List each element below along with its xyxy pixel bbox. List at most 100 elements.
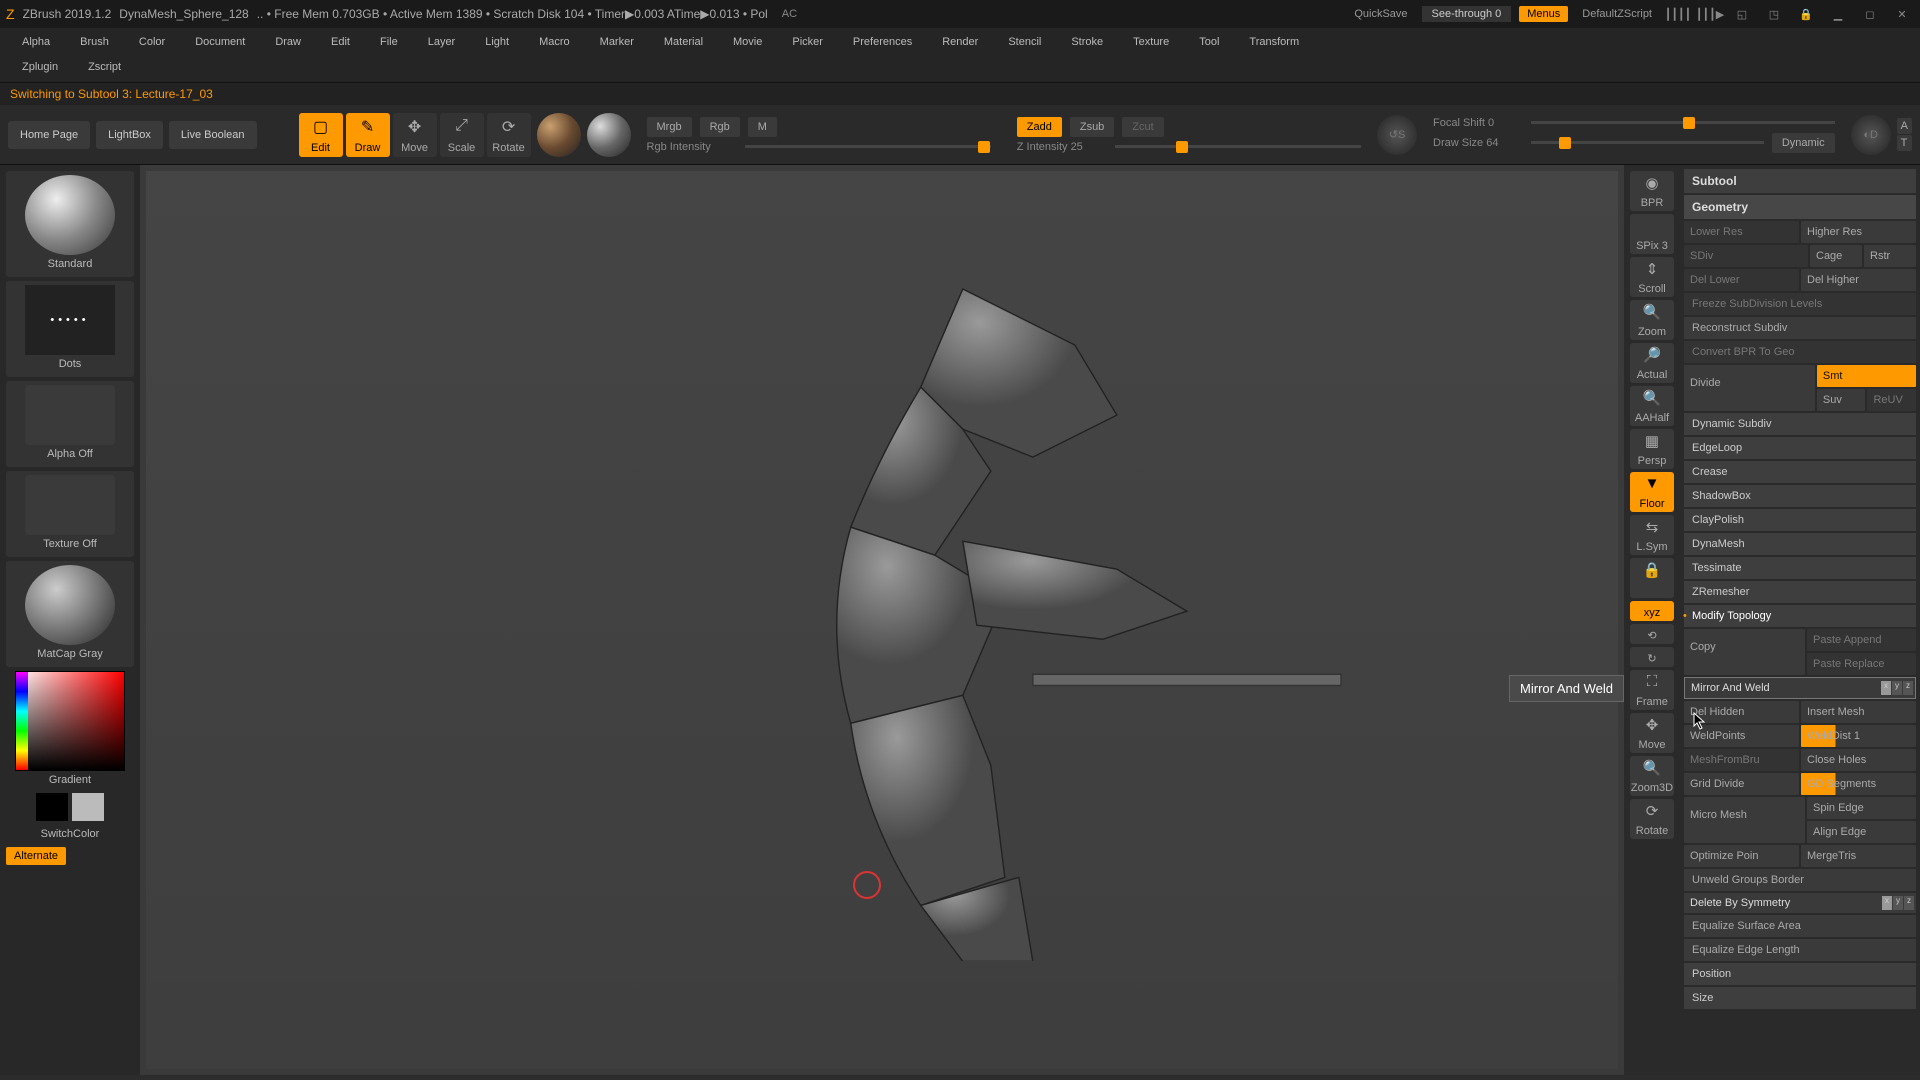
menu-document[interactable]: Document — [181, 32, 259, 52]
menu-stroke[interactable]: Stroke — [1057, 32, 1117, 52]
refresh-button[interactable]: ↻ — [1630, 647, 1674, 667]
insert-mesh-button[interactable]: Insert Mesh — [1801, 701, 1916, 723]
suv-button[interactable]: Suv — [1817, 389, 1866, 411]
rstr-button[interactable]: Rstr — [1864, 245, 1916, 267]
equalize-surface-button[interactable]: Equalize Surface Area — [1684, 915, 1916, 937]
edit-mode-button[interactable]: ▢Edit — [299, 113, 343, 157]
claypolish-section[interactable]: ClayPolish — [1684, 509, 1916, 531]
alpha-selector[interactable]: Alpha Off — [6, 381, 134, 467]
weld-dist-slider[interactable]: WeldDist 1 — [1801, 725, 1916, 747]
floor-button[interactable]: ▼Floor — [1630, 472, 1674, 512]
focal-shift-slider[interactable] — [1531, 121, 1835, 124]
higher-res-button[interactable]: Higher Res — [1801, 221, 1916, 243]
menu-file[interactable]: File — [366, 32, 412, 52]
lower-res-button[interactable]: Lower Res — [1684, 221, 1799, 243]
sdiv-slider[interactable]: SDiv — [1684, 245, 1808, 267]
zcut-button[interactable]: Zcut — [1122, 117, 1163, 137]
move-mode-button[interactable]: ✥Move — [393, 113, 437, 157]
menu-color[interactable]: Color — [125, 32, 179, 52]
rgb-button[interactable]: Rgb — [700, 117, 740, 137]
zadd-button[interactable]: Zadd — [1017, 117, 1062, 137]
del-hidden-button[interactable]: Del Hidden — [1684, 701, 1799, 723]
menu-texture[interactable]: Texture — [1119, 32, 1183, 52]
lock-button[interactable]: 🔒 — [1630, 558, 1674, 598]
divide-button[interactable]: Divide — [1684, 365, 1815, 411]
switch-color-button[interactable]: SwitchColor — [6, 825, 134, 843]
menu-marker[interactable]: Marker — [586, 32, 648, 52]
dynamesh-section[interactable]: DynaMesh — [1684, 533, 1916, 555]
mirror-z-axis[interactable]: z — [1903, 681, 1913, 695]
delsym-z-axis[interactable]: z — [1904, 896, 1914, 910]
focal-reset-icon[interactable]: ↺S — [1377, 115, 1417, 155]
menu-zscript[interactable]: Zscript — [74, 58, 135, 76]
live-boolean-button[interactable]: Live Boolean — [169, 121, 257, 149]
move3d-button[interactable]: ✥Move — [1630, 713, 1674, 753]
lock-icon[interactable]: 🔒 — [1794, 4, 1818, 24]
edgeloop-section[interactable]: EdgeLoop — [1684, 437, 1916, 459]
paste-append-button[interactable]: Paste Append — [1807, 629, 1916, 651]
menu-movie[interactable]: Movie — [719, 32, 776, 52]
dynamic-subdiv-section[interactable]: Dynamic Subdiv — [1684, 413, 1916, 435]
menu-preferences[interactable]: Preferences — [839, 32, 926, 52]
subtool-section[interactable]: Subtool — [1684, 169, 1916, 193]
micro-mesh-button[interactable]: Micro Mesh — [1684, 797, 1805, 843]
zremesher-section[interactable]: ZRemesher — [1684, 581, 1916, 603]
shadowbox-section[interactable]: ShadowBox — [1684, 485, 1916, 507]
mesh-from-brush-button[interactable]: MeshFromBru — [1684, 749, 1799, 771]
gizmo-sphere[interactable] — [537, 113, 581, 157]
draw-mode-button[interactable]: ✎Draw — [346, 113, 390, 157]
optimize-points-button[interactable]: Optimize Poin — [1684, 845, 1799, 867]
gd-segments-slider[interactable]: GD Segments — [1801, 773, 1916, 795]
reuv-button[interactable]: ReUV — [1867, 389, 1916, 411]
menu-stencil[interactable]: Stencil — [994, 32, 1055, 52]
weld-points-button[interactable]: WeldPoints — [1684, 725, 1799, 747]
merge-tris-button[interactable]: MergeTris — [1801, 845, 1916, 867]
material-sphere[interactable] — [587, 113, 631, 157]
actual-button[interactable]: 🔎Actual — [1630, 343, 1674, 383]
stack-front-icon[interactable]: ◳ — [1762, 4, 1786, 24]
menu-tool[interactable]: Tool — [1185, 32, 1233, 52]
menu-picker[interactable]: Picker — [778, 32, 837, 52]
rotate-mode-button[interactable]: ⟳Rotate — [487, 113, 531, 157]
spix-slider[interactable]: SPix 3 — [1630, 214, 1674, 254]
align-edge-button[interactable]: Align Edge — [1807, 821, 1916, 843]
alternate-button[interactable]: Alternate — [6, 847, 66, 865]
stack-back-icon[interactable]: ◱ — [1730, 4, 1754, 24]
quicksave-button[interactable]: QuickSave — [1348, 6, 1413, 22]
draw-size-slider[interactable] — [1531, 141, 1764, 144]
paste-replace-button[interactable]: Paste Replace — [1807, 653, 1916, 675]
menu-zplugin[interactable]: Zplugin — [8, 58, 72, 76]
lightbox-button[interactable]: LightBox — [96, 121, 163, 149]
menu-alpha[interactable]: Alpha — [8, 32, 64, 52]
menu-render[interactable]: Render — [928, 32, 992, 52]
del-higher-button[interactable]: Del Higher — [1801, 269, 1916, 291]
menu-brush[interactable]: Brush — [66, 32, 123, 52]
delsym-x-axis[interactable]: x — [1882, 896, 1892, 910]
ruler2-icon[interactable]: ┃┃┃▶ — [1698, 4, 1722, 24]
mrgb-button[interactable]: Mrgb — [647, 117, 692, 137]
brush-selector[interactable]: Standard — [6, 171, 134, 277]
rotate3d-button[interactable]: ⟳Rotate — [1630, 799, 1674, 839]
equalize-edge-button[interactable]: Equalize Edge Length — [1684, 939, 1916, 961]
close-holes-button[interactable]: Close Holes — [1801, 749, 1916, 771]
grid-divide-button[interactable]: Grid Divide — [1684, 773, 1799, 795]
menu-light[interactable]: Light — [471, 32, 523, 52]
hue-bar[interactable] — [16, 672, 28, 770]
aahalf-button[interactable]: 🔍AAHalf — [1630, 386, 1674, 426]
lsym-button[interactable]: ⇆L.Sym — [1630, 515, 1674, 555]
freeze-subdiv-button[interactable]: Freeze SubDivision Levels — [1684, 293, 1916, 315]
scroll-button[interactable]: ⇕Scroll — [1630, 257, 1674, 297]
crease-section[interactable]: Crease — [1684, 461, 1916, 483]
menu-edit[interactable]: Edit — [317, 32, 364, 52]
mirror-x-axis[interactable]: x — [1881, 681, 1891, 695]
zoom-button[interactable]: 🔍Zoom — [1630, 300, 1674, 340]
viewport[interactable]: Mirror And Weld — [140, 165, 1624, 1075]
scale-mode-button[interactable]: ⤢Scale — [440, 113, 484, 157]
menu-material[interactable]: Material — [650, 32, 717, 52]
m-button[interactable]: M — [748, 117, 777, 137]
delete-by-symmetry-button[interactable]: Delete By Symmetry x y z — [1684, 893, 1916, 913]
rgb-intensity-slider[interactable] — [745, 145, 991, 148]
copy-button[interactable]: Copy — [1684, 629, 1805, 675]
see-through-slider[interactable]: See-through 0 — [1422, 6, 1512, 22]
default-zscript[interactable]: DefaultZScript — [1576, 6, 1658, 22]
